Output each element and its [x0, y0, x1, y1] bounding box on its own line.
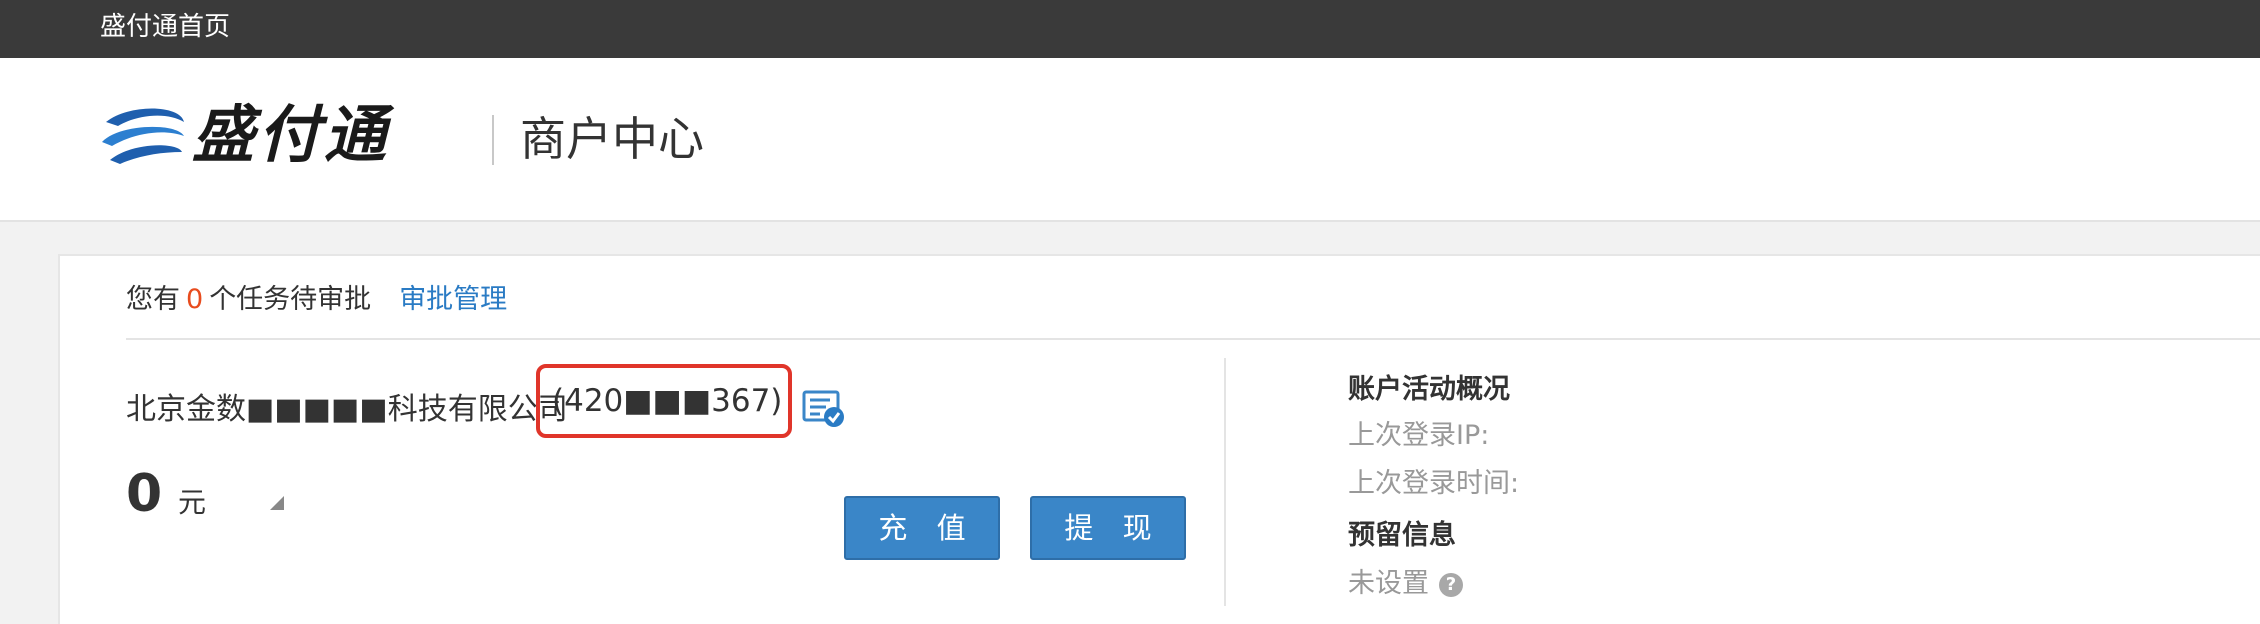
tasks-suffix: 个任务待审批 — [209, 284, 372, 315]
logo-swirl-icon — [102, 108, 184, 164]
home-link[interactable]: 盛付通首页 — [100, 12, 230, 42]
help-icon[interactable]: ? — [1439, 573, 1463, 597]
balance-unit: 元 — [178, 486, 207, 519]
tasks-prefix: 您有 — [126, 284, 180, 315]
reserved-info-row: 未设置? — [1348, 566, 1463, 602]
tasks-count: 0 — [186, 284, 204, 315]
last-login-time: 上次登录时间: — [1348, 468, 1520, 499]
page-title: 商户中心 — [520, 112, 704, 166]
vertical-divider — [1224, 358, 1226, 606]
top-nav-bar: 盛付通首页 — [0, 0, 2260, 58]
account-card: 您有 0 个任务待审批 审批管理 北京金数■■■■■科技有限公司 (420■■■367… — [58, 254, 2260, 624]
logo-text: 盛付通 — [192, 98, 391, 171]
merchant-id: (420■■■367) — [552, 383, 783, 419]
activity-title: 账户活动概况 — [1348, 374, 1510, 405]
recharge-button[interactable]: 充 值 — [844, 496, 1000, 560]
balance-amount: 0 — [126, 464, 163, 524]
reserved-info-title: 预留信息 — [1348, 520, 1456, 551]
withdraw-button[interactable]: 提 现 — [1030, 496, 1186, 560]
approval-management-link[interactable]: 审批管理 — [399, 284, 507, 315]
company-name: 北京金数■■■■■科技有限公司 — [126, 392, 568, 427]
triangle-toggle-icon[interactable] — [266, 492, 286, 512]
reserved-info-value: 未设置 — [1348, 568, 1429, 599]
header: 盛付通 商户中心 — [0, 58, 2260, 222]
pending-tasks-notice: 您有 0 个任务待审批 审批管理 — [126, 280, 507, 320]
header-divider — [492, 115, 494, 165]
last-login-ip: 上次登录IP: — [1348, 420, 1490, 451]
divider — [126, 338, 2260, 340]
certificate-icon[interactable] — [802, 390, 846, 428]
